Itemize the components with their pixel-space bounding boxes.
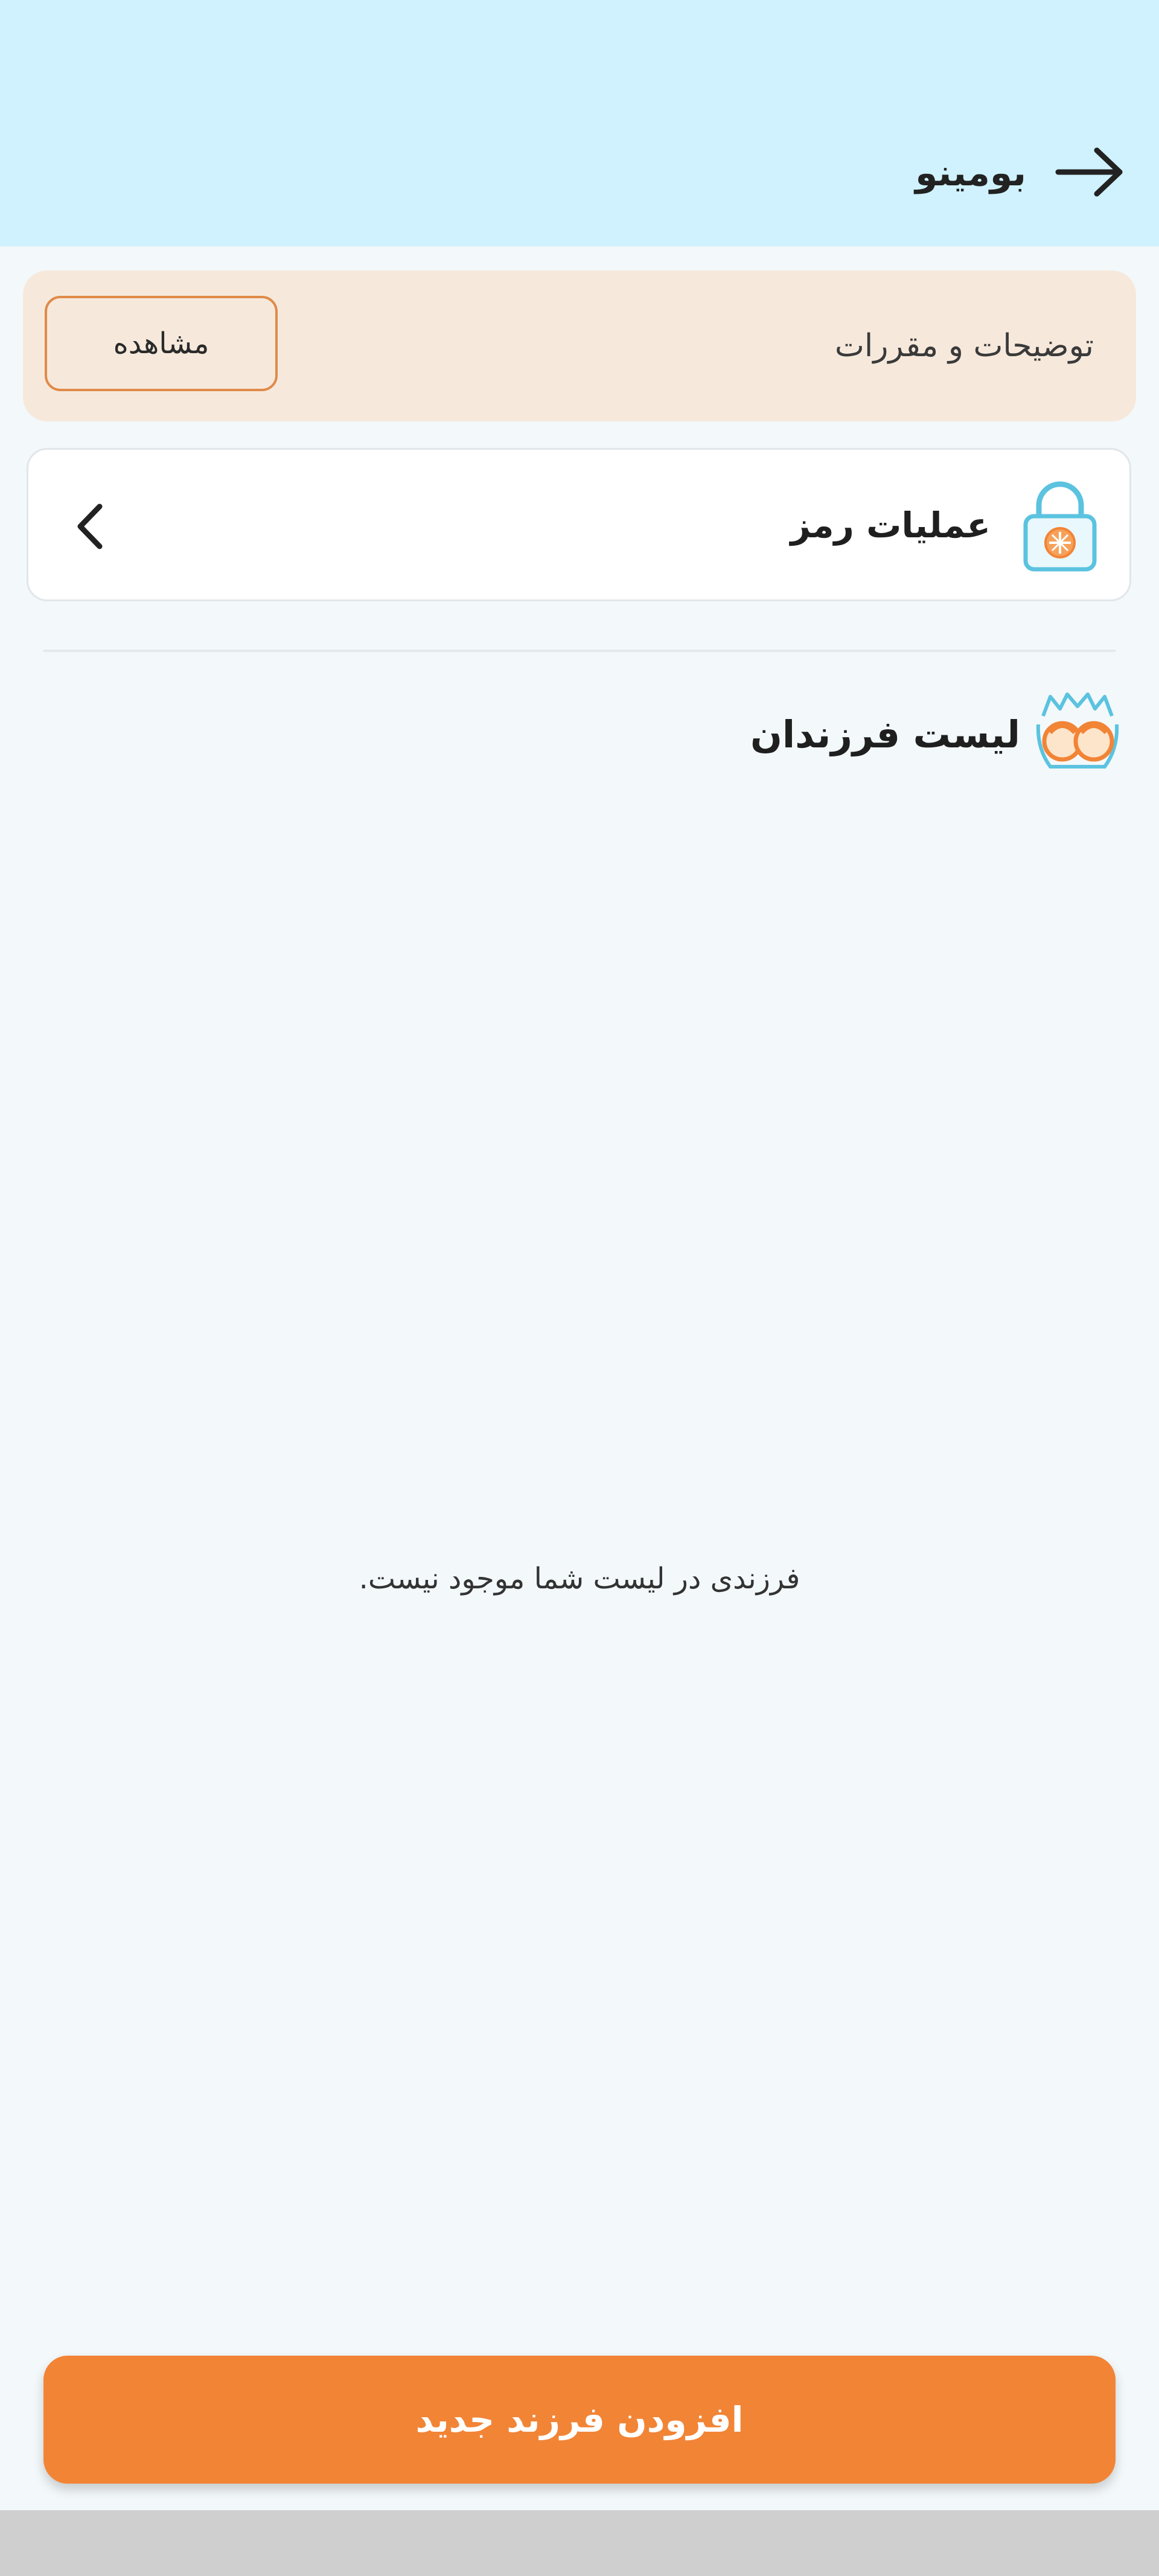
- rules-banner: توضیحات و مقررات مشاهده: [23, 270, 1136, 421]
- system-navigation-bar: [0, 2510, 1159, 2576]
- view-rules-button[interactable]: مشاهده: [45, 296, 278, 391]
- chevron-left-icon: [77, 503, 103, 549]
- section-divider: [43, 650, 1116, 652]
- password-operations-card[interactable]: عملیات رمز: [27, 448, 1131, 601]
- add-child-button[interactable]: افزودن فرزند جدید: [43, 2356, 1116, 2484]
- back-button[interactable]: [1050, 139, 1129, 205]
- app-header: بومینو: [0, 0, 1159, 246]
- children-icon: [1036, 692, 1119, 769]
- arrow-right-icon: [1055, 147, 1123, 197]
- children-list-title: لیست فرزندان: [750, 712, 1020, 756]
- empty-list-message: فرزندی در لیست شما موجود نیست.: [359, 1562, 800, 1596]
- rules-label: توضیحات و مقررات: [834, 328, 1094, 364]
- app-screen: بومینو توضیحات و مقررات مشاهده عملیات رم…: [0, 0, 1159, 2576]
- page-title: بومینو: [915, 152, 1026, 194]
- password-operations-label: عملیات رمز: [790, 505, 991, 546]
- lock-icon: [1023, 481, 1097, 572]
